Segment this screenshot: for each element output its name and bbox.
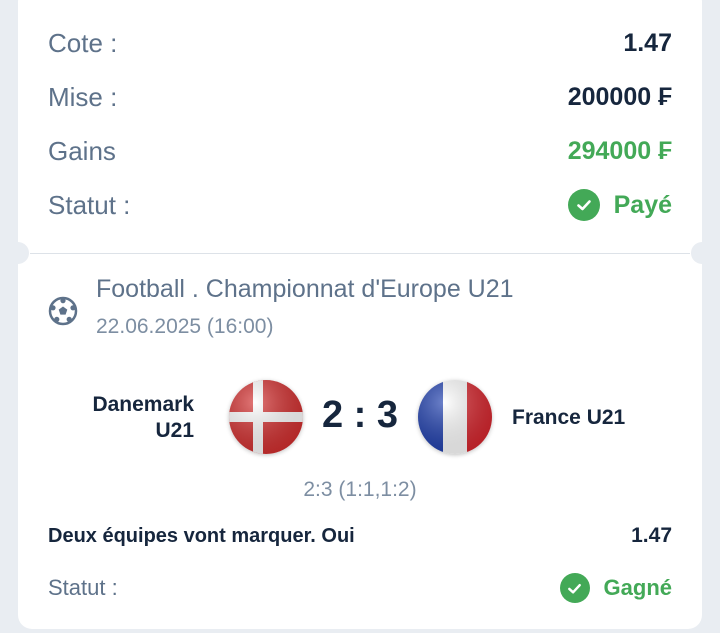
odds-row: Cote : 1.47 xyxy=(48,23,672,63)
winnings-row: Gains 294000 ₣ xyxy=(48,131,672,171)
check-circle-icon xyxy=(559,573,590,603)
soccer-ball-icon xyxy=(48,296,78,326)
bet-status-label: Statut : xyxy=(48,575,118,600)
stake-value: 200000 ₣ xyxy=(567,82,672,111)
status-value: Payé xyxy=(613,190,672,219)
status-badge: Payé xyxy=(567,189,672,221)
odds-value: 1.47 xyxy=(623,28,672,57)
match-score: 2 : 3 xyxy=(321,394,399,436)
denmark-flag-icon xyxy=(229,380,303,454)
bet-status-badge: Gagné xyxy=(559,573,672,603)
bet-status-row: Statut : Gagné xyxy=(48,568,672,608)
bet-market-row: Deux équipes vont marquer. Oui 1.47 xyxy=(48,524,672,548)
bet-status-value: Gagné xyxy=(603,575,672,600)
status-row: Statut : Payé xyxy=(48,185,672,225)
home-team-name: Danemark U21 xyxy=(92,393,194,442)
check-circle-icon xyxy=(567,189,600,221)
ticket-notch-right xyxy=(691,242,713,264)
event-datetime: 22.06.2025 (16:00) xyxy=(96,315,274,338)
france-flag-icon xyxy=(418,380,492,454)
event-title: Football . Championnat d'Europe U21 xyxy=(96,275,514,303)
status-label: Statut : xyxy=(48,189,131,220)
ticket-notch-left xyxy=(7,242,29,264)
score-detail: 2:3 (1:1,1:2) xyxy=(303,478,417,501)
bet-market: Deux équipes vont marquer. Oui xyxy=(48,524,355,547)
winnings-value: 294000 ₣ xyxy=(567,136,672,165)
stake-row: Mise : 200000 ₣ xyxy=(48,77,672,117)
odds-label: Cote : xyxy=(48,27,118,58)
bet-odds: 1.47 xyxy=(631,524,672,547)
away-team-name: France U21 xyxy=(512,406,626,429)
stake-label: Mise : xyxy=(48,81,118,112)
winnings-label: Gains xyxy=(48,135,116,166)
section-divider xyxy=(30,253,690,254)
